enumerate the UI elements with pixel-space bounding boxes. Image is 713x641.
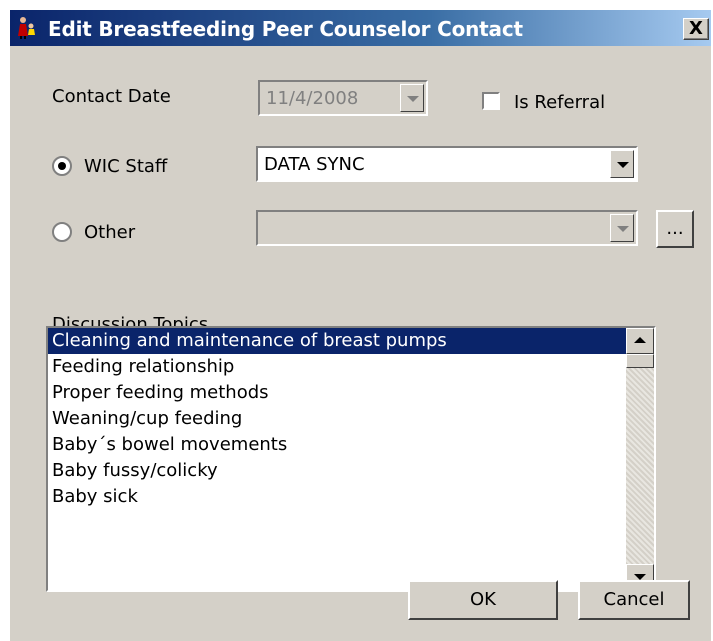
- topic-list-item[interactable]: Baby´s bowel movements: [48, 432, 654, 458]
- scroll-thumb[interactable]: [626, 354, 654, 368]
- is-referral-label: Is Referral: [514, 92, 606, 113]
- cancel-button[interactable]: Cancel: [578, 580, 690, 620]
- wic-staff-label: WIC Staff: [84, 156, 168, 177]
- chevron-down-icon: [617, 162, 629, 168]
- other-dropdown-button: [610, 214, 634, 242]
- topic-list-item[interactable]: Cleaning and maintenance of breast pumps: [48, 328, 654, 354]
- wic-staff-dropdown-button[interactable]: [610, 150, 634, 178]
- topic-items: Cleaning and maintenance of breast pumps…: [48, 328, 654, 510]
- wic-staff-radio[interactable]: [52, 156, 72, 176]
- title-bar[interactable]: Edit Breastfeeding Peer Counselor Contac…: [10, 10, 711, 46]
- chevron-down-icon: [407, 96, 419, 102]
- radio-selected-dot: [58, 162, 66, 170]
- topic-list-item[interactable]: Baby fussy/colicky: [48, 458, 654, 484]
- mother-baby-icon: [18, 17, 35, 39]
- topic-list-item[interactable]: Weaning/cup feeding: [48, 406, 654, 432]
- chevron-down-icon: [617, 226, 629, 232]
- close-button[interactable]: X: [683, 18, 709, 40]
- browse-button[interactable]: ...: [656, 210, 694, 248]
- contact-date-value: 11/4/2008: [266, 88, 359, 109]
- dialog-window: Edit Breastfeeding Peer Counselor Contac…: [0, 0, 713, 641]
- topic-list-item[interactable]: Baby sick: [48, 484, 654, 510]
- window-title: Edit Breastfeeding Peer Counselor Contac…: [48, 17, 523, 41]
- contact-date-dropdown-button: [400, 84, 424, 112]
- contact-date-label: Contact Date: [52, 86, 171, 107]
- ok-button[interactable]: OK: [408, 580, 558, 620]
- discussion-topics-list[interactable]: Cleaning and maintenance of breast pumps…: [46, 326, 656, 592]
- dialog-body: Contact Date 11/4/2008 Is Referral WIC S…: [10, 46, 711, 641]
- wic-staff-combo[interactable]: DATA SYNC: [256, 146, 638, 182]
- topic-list-item[interactable]: Feeding relationship: [48, 354, 654, 380]
- vertical-scrollbar[interactable]: [626, 328, 654, 590]
- scroll-up-button[interactable]: [626, 328, 654, 354]
- is-referral-checkbox[interactable]: [482, 92, 500, 110]
- arrow-up-icon: [634, 337, 646, 343]
- wic-staff-value: DATA SYNC: [264, 154, 365, 175]
- contact-date-combo: 11/4/2008: [258, 80, 428, 116]
- other-combo: [256, 210, 638, 246]
- other-label: Other: [84, 222, 136, 243]
- topic-list-item[interactable]: Proper feeding methods: [48, 380, 654, 406]
- other-radio[interactable]: [52, 222, 72, 242]
